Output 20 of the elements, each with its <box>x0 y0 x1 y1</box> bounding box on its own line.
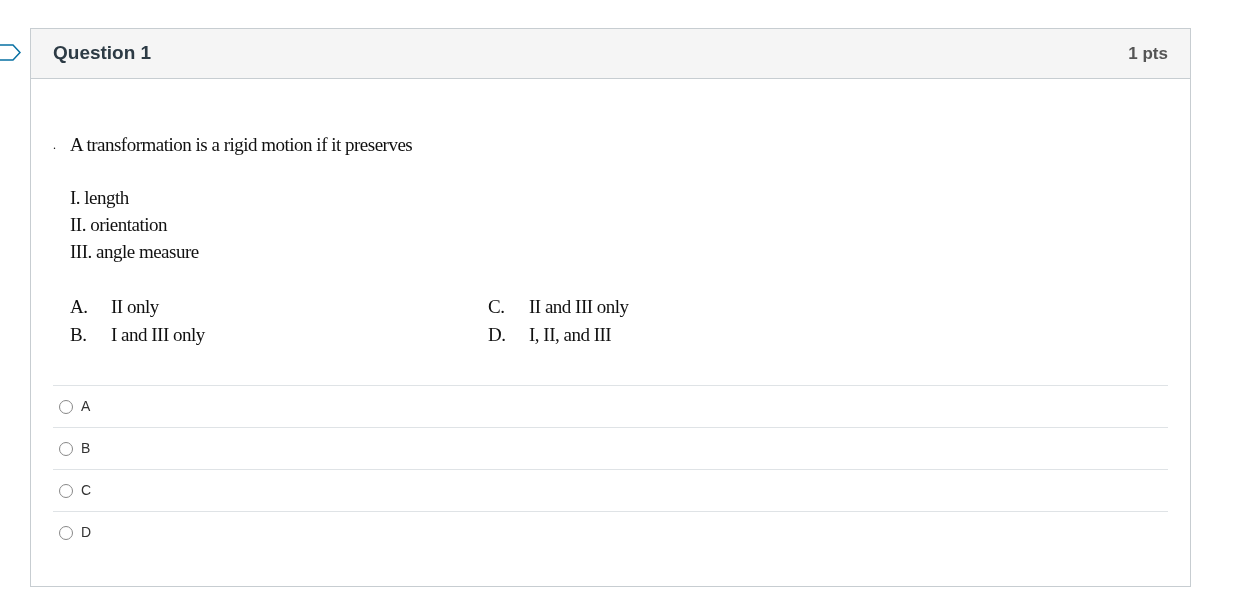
statement-text: II. orientation <box>70 213 167 237</box>
choice-text: I and III only <box>111 322 205 347</box>
choice-letter: B. <box>70 322 88 347</box>
question-title: Question 1 <box>53 41 152 66</box>
answer-label: D <box>81 523 92 542</box>
choice-letter: A. <box>70 294 89 319</box>
choice-letter: D. <box>488 322 507 347</box>
answer-label: B <box>81 439 91 458</box>
flag-icon[interactable] <box>0 44 21 61</box>
points-label: 1 pts <box>1128 42 1168 65</box>
statement-text: I. length <box>70 186 129 210</box>
choice-text: I, II, and III <box>529 322 612 347</box>
answer-label: A <box>81 397 91 416</box>
marker-dot: . <box>53 137 57 154</box>
choice-letter: C. <box>488 294 506 319</box>
choice-text: II and III only <box>529 294 629 319</box>
statement-text: III. angle measure <box>70 240 199 264</box>
answer-label: C <box>81 481 92 500</box>
question-stem: A transformation is a rigid motion if it preserves <box>70 132 413 157</box>
choice-text: II only <box>111 294 159 319</box>
